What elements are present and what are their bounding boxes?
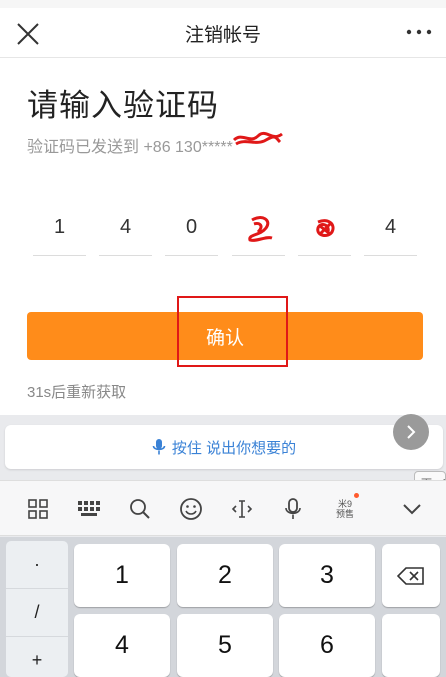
key-1[interactable]: 1 bbox=[74, 544, 170, 607]
microphone-icon[interactable] bbox=[277, 493, 309, 525]
symbol-key[interactable]: · bbox=[6, 541, 68, 589]
code-digit-box[interactable]: 1 bbox=[33, 200, 86, 256]
more-icon[interactable] bbox=[404, 22, 434, 42]
code-digit-box[interactable]: 4 bbox=[99, 200, 152, 256]
notification-dot bbox=[354, 493, 359, 498]
key-5[interactable]: 5 bbox=[177, 614, 273, 677]
code-digit-box[interactable] bbox=[232, 200, 285, 256]
backspace-key[interactable] bbox=[382, 544, 440, 607]
key-3[interactable]: 3 bbox=[279, 544, 375, 607]
page-title: 请输入验证码 bbox=[27, 88, 219, 123]
redaction-scribble bbox=[247, 215, 272, 242]
next-field-button[interactable] bbox=[393, 414, 429, 450]
grid-icon[interactable] bbox=[22, 493, 54, 525]
sent-to-text: 验证码已发送到 +86 130***** bbox=[27, 139, 233, 156]
chevron-right-icon bbox=[407, 425, 416, 439]
confirm-button[interactable]: 确认 bbox=[27, 312, 423, 360]
code-digit-box[interactable]: 0 bbox=[165, 200, 218, 256]
search-icon[interactable] bbox=[124, 493, 156, 525]
keyboard-icon[interactable] bbox=[74, 493, 106, 525]
redaction-scribble bbox=[232, 131, 283, 146]
key-6[interactable]: 6 bbox=[279, 614, 375, 677]
key-4[interactable]: 4 bbox=[74, 614, 170, 677]
resend-countdown: 31s后重新获取 bbox=[27, 384, 127, 401]
symbol-key[interactable]: / bbox=[6, 589, 68, 637]
page-nav-title: 注销帐号 bbox=[184, 25, 261, 46]
code-digit-box[interactable] bbox=[298, 200, 351, 256]
function-key[interactable] bbox=[382, 614, 440, 677]
code-digit-box[interactable]: 4 bbox=[364, 200, 417, 256]
redaction-scribble bbox=[315, 218, 334, 237]
predict-top-label: 米9 bbox=[337, 499, 352, 509]
predict-bottom-label: 预售 bbox=[335, 509, 354, 519]
code-digit: 4 bbox=[384, 216, 397, 238]
emoji-icon[interactable] bbox=[175, 493, 207, 525]
symbol-key[interactable]: + bbox=[6, 637, 68, 677]
voice-input-label: 按住 说出你想要的 bbox=[171, 439, 297, 457]
voice-input-bar[interactable]: 按住 说出你想要的 bbox=[5, 425, 443, 469]
microphone-icon bbox=[152, 439, 166, 455]
ime-toolbar: 米9 预售 bbox=[0, 480, 446, 536]
chevron-down-icon[interactable] bbox=[396, 493, 428, 525]
code-digit: 0 bbox=[185, 216, 198, 238]
cursor-icon[interactable] bbox=[226, 493, 258, 525]
status-bar bbox=[0, 0, 446, 8]
nav-bar: 注销帐号 bbox=[0, 8, 446, 58]
code-digit: 4 bbox=[119, 216, 132, 238]
key-2[interactable]: 2 bbox=[177, 544, 273, 607]
code-digit: 1 bbox=[53, 216, 66, 238]
symbol-column[interactable]: · / + bbox=[6, 541, 68, 677]
predict-icon[interactable]: 米9 预售 bbox=[329, 493, 361, 525]
backspace-icon bbox=[397, 566, 424, 585]
